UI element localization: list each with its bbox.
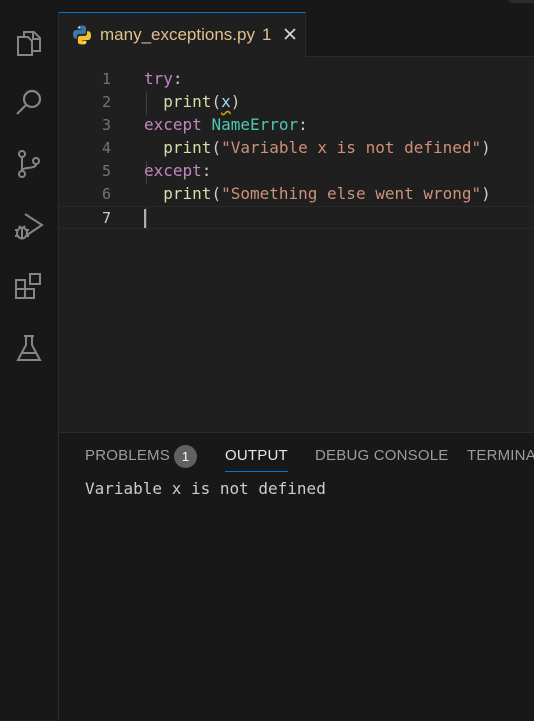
editor-area: many_exceptions.py 1 1 try: 2 print(x) 3…	[59, 12, 534, 432]
line-number: 2	[101, 93, 111, 111]
tab-debug-console[interactable]: DEBUG CONSOLE	[315, 447, 448, 464]
code-line[interactable]: 6 print("Something else went wrong")	[59, 183, 534, 206]
code-line[interactable]: 4 print("Variable x is not defined")	[59, 137, 534, 160]
editor-tab-active[interactable]: many_exceptions.py 1	[59, 12, 306, 57]
editor-tab-bar: many_exceptions.py 1	[59, 12, 534, 57]
title-strip	[0, 0, 534, 12]
code-line[interactable]: 2 print(x)	[59, 91, 534, 114]
window-corner	[508, 0, 534, 3]
code-line[interactable]: 1 try:	[59, 68, 534, 91]
bottom-panel: PROBLEMS 1 OUTPUT DEBUG CONSOLE TERMINAL…	[59, 432, 534, 721]
code-text: print("Something else went wrong")	[163, 184, 491, 203]
code-line[interactable]: 5 except:	[59, 160, 534, 183]
line-number: 4	[101, 139, 111, 157]
close-icon[interactable]	[279, 23, 301, 45]
problems-badge: 1	[174, 445, 197, 468]
code-text: try:	[144, 69, 183, 88]
code-text: print("Variable x is not defined")	[163, 138, 491, 157]
line-number: 3	[101, 116, 111, 134]
search-icon[interactable]	[12, 86, 46, 120]
testing-icon[interactable]	[12, 331, 46, 365]
tab-terminal[interactable]: TERMINAL	[467, 447, 534, 464]
explorer-icon[interactable]	[12, 26, 46, 60]
code-text: except:	[144, 161, 212, 180]
code-text: except NameError:	[144, 115, 308, 134]
code-line[interactable]: 3 except NameError:	[59, 114, 534, 137]
run-debug-icon[interactable]	[12, 208, 46, 242]
tab-output[interactable]: OUTPUT	[225, 447, 288, 472]
tab-problems[interactable]: PROBLEMS	[85, 447, 170, 464]
text-cursor	[144, 209, 146, 228]
activity-bar	[0, 12, 59, 720]
code-text: print(x)	[163, 92, 241, 111]
code-line-current[interactable]: 7	[59, 206, 534, 229]
output-text: Variable x is not defined	[85, 479, 326, 498]
tab-filename: many_exceptions.py	[100, 25, 255, 44]
tab-problem-count: 1	[262, 25, 272, 44]
line-number: 6	[101, 185, 111, 203]
source-control-icon[interactable]	[12, 147, 46, 181]
warning-squiggle: x	[221, 92, 231, 111]
extensions-icon[interactable]	[12, 270, 46, 304]
line-number: 5	[101, 162, 111, 180]
python-file-icon	[73, 25, 91, 45]
line-number: 1	[101, 70, 111, 88]
line-number: 7	[101, 209, 111, 227]
